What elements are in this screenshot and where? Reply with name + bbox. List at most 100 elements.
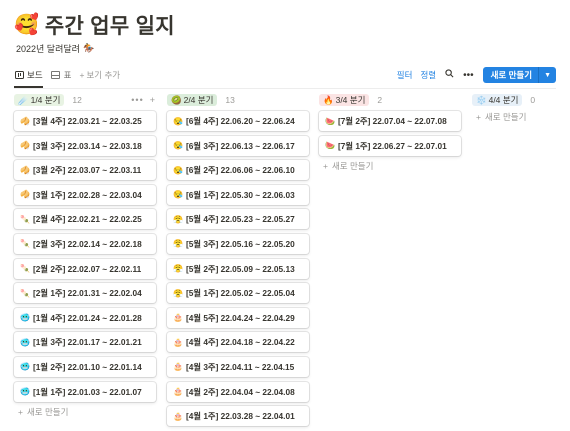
board-card[interactable]: 😪 [6월 4주] 22.06.20 ~ 22.06.24 (167, 111, 309, 131)
tab-label: 표 (63, 70, 72, 80)
add-card-label: 새로 만들기 (484, 112, 527, 122)
card-title: [3월 2주] 22.03.07 ~ 22.03.11 (33, 165, 142, 176)
board-card[interactable]: 🥠 [3월 1주] 22.02.28 ~ 22.03.04 (14, 184, 156, 205)
board-card[interactable]: 🥠 [3월 4주] 22.03.21 ~ 22.03.25 (14, 111, 156, 131)
page-title[interactable]: 주간 업무 일지 (45, 10, 175, 40)
card-title: [2월 2주] 22.02.07 ~ 22.02.11 (33, 263, 142, 274)
card-icon: 😤 (173, 239, 183, 249)
board-card[interactable]: 🎂 [4월 2주] 22.04.04 ~ 22.04.08 (167, 381, 309, 402)
card-title: [2월 3주] 22.02.14 ~ 22.02.18 (33, 238, 142, 249)
group-count: 2 (377, 95, 383, 105)
group-label: 3/4 분기 (335, 95, 366, 105)
board-card[interactable]: 🥠 [3월 2주] 22.03.07 ~ 22.03.11 (14, 160, 156, 181)
table-icon (51, 71, 61, 79)
card-title: [3월 1주] 22.02.28 ~ 22.03.04 (33, 189, 142, 200)
board-card[interactable]: 🎂 [4월 1주] 22.03.28 ~ 22.04.01 (167, 406, 309, 427)
board-column-q3: 🔥 3/4 분기 2 🍉 [7월 2주] 22.07.04 ~ 22.07.08 … (319, 92, 461, 172)
card-icon: 🍡 (20, 214, 30, 224)
card-title: [6월 3주] 22.06.13 ~ 22.06.17 (186, 140, 295, 151)
board-card[interactable]: 🥶 [1월 2주] 22.01.10 ~ 22.01.14 (14, 356, 156, 377)
plus-icon: + (79, 70, 85, 80)
card-title: [7월 2주] 22.07.04 ~ 22.07.08 (338, 116, 447, 126)
tab-table-view[interactable]: 표 (51, 64, 72, 86)
card-title: [6월 2주] 22.06.06 ~ 22.06.10 (186, 165, 295, 176)
board-card[interactable]: 🍉 [7월 2주] 22.07.04 ~ 22.07.08 (319, 111, 461, 131)
board-card[interactable]: 😪 [6월 3주] 22.06.13 ~ 22.06.17 (167, 135, 309, 156)
card-icon: 🥠 (20, 141, 30, 151)
board-card[interactable]: 😪 [6월 1주] 22.05.30 ~ 22.06.03 (167, 184, 309, 205)
plus-icon: + (18, 407, 23, 418)
card-title: [2월 1주] 22.01.31 ~ 22.02.04 (33, 288, 142, 299)
page-description[interactable]: 2022년 달려달려 🏇 (16, 42, 94, 55)
card-title: [1월 3주] 22.01.17 ~ 22.01.21 (33, 337, 142, 348)
board-card[interactable]: 🎂 [4월 4주] 22.04.18 ~ 22.04.22 (167, 332, 309, 353)
more-options-icon[interactable]: ••• (463, 70, 474, 81)
add-view-button[interactable]: + 보기 추가 (79, 69, 120, 81)
plus-icon: + (476, 112, 481, 122)
board-card[interactable]: 🍉 [7월 1주] 22.06.27 ~ 22.07.01 (319, 135, 461, 156)
board-card[interactable]: 🥶 [1월 3주] 22.01.17 ~ 22.01.21 (14, 332, 156, 353)
board-card[interactable]: 😤 [5월 2주] 22.05.09 ~ 22.05.13 (167, 258, 309, 279)
board-card[interactable]: 🎂 [4월 5주] 22.04.24 ~ 22.04.29 (167, 307, 309, 328)
add-card-button[interactable]: + 새로 만들기 (14, 406, 156, 418)
column-header[interactable]: 🥝 2/4 분기 13 (167, 92, 309, 108)
kiwi-icon: 🥝 (171, 94, 182, 105)
board-card[interactable]: 🍡 [2월 3주] 22.02.14 ~ 22.02.18 (14, 233, 156, 254)
comet-icon: ☄️ (18, 94, 29, 105)
tab-label: 보드 (27, 70, 43, 80)
card-icon: 😪 (173, 116, 183, 126)
group-label: 2/4 분기 (183, 95, 214, 105)
column-header[interactable]: 🔥 3/4 분기 2 (319, 92, 461, 108)
board-card[interactable]: 😪 [6월 2주] 22.06.06 ~ 22.06.10 (167, 160, 309, 181)
search-icon[interactable] (445, 69, 454, 81)
tab-board-view[interactable]: 보드 (14, 64, 43, 88)
card-icon: 🎂 (173, 411, 183, 421)
group-label: 1/4 분기 (30, 95, 61, 105)
card-icon: 🍡 (20, 264, 30, 274)
add-card-button[interactable]: + 새로 만들기 (319, 160, 461, 172)
card-title: [3월 4주] 22.03.21 ~ 22.03.25 (33, 116, 142, 126)
chevron-down-icon[interactable]: ▼ (539, 72, 556, 79)
card-title: [5월 3주] 22.05.16 ~ 22.05.20 (186, 238, 295, 249)
more-options-icon[interactable]: ••• (131, 95, 143, 105)
column-header[interactable]: ❄️ 4/4 분기 0 (472, 92, 556, 108)
board-card[interactable]: 🥶 [1월 4주] 22.01.24 ~ 22.01.28 (14, 307, 156, 328)
snowflake-icon: ❄️ (476, 94, 487, 105)
add-view-label: 보기 추가 (86, 70, 121, 80)
board-card[interactable]: 🎂 [4월 3주] 22.04.11 ~ 22.04.15 (167, 356, 309, 377)
group-tag: 🔥 3/4 분기 (319, 94, 370, 106)
card-title: [7월 1주] 22.06.27 ~ 22.07.01 (338, 140, 447, 151)
add-card-button[interactable]: + 새로 만들기 (472, 111, 556, 123)
card-icon: 🎂 (173, 362, 183, 372)
sort-button[interactable]: 정렬 (420, 69, 436, 81)
board-card[interactable]: 😤 [5월 1주] 22.05.02 ~ 22.05.04 (167, 283, 309, 304)
board-column-q4: ❄️ 4/4 분기 0 + 새로 만들기 (472, 92, 556, 123)
horse-icon: 🏇 (82, 43, 95, 53)
group-count: 0 (530, 95, 536, 105)
group-label: 4/4 분기 (488, 95, 519, 105)
subtitle-text: 2022년 달려달려 (16, 44, 80, 54)
card-icon: 🥶 (20, 387, 30, 397)
column-header[interactable]: ☄️ 1/4 분기 12 ••• + (14, 92, 156, 108)
board-card[interactable]: 😤 [5월 4주] 22.05.23 ~ 22.05.27 (167, 209, 309, 230)
card-icon: 😤 (173, 264, 183, 274)
board-card[interactable]: 😤 [5월 3주] 22.05.16 ~ 22.05.20 (167, 233, 309, 254)
card-icon: 😤 (173, 288, 183, 298)
card-icon: 🥠 (20, 165, 30, 175)
card-title: [5월 2주] 22.05.09 ~ 22.05.13 (186, 263, 295, 274)
board-card[interactable]: 🥶 [1월 1주] 22.01.03 ~ 22.01.07 (14, 381, 156, 402)
board-card[interactable]: 🍡 [2월 4주] 22.02.21 ~ 22.02.25 (14, 209, 156, 230)
page-emoji-icon[interactable]: 🥰 (14, 15, 39, 35)
board-card[interactable]: 🥠 [3월 3주] 22.03.14 ~ 22.03.18 (14, 135, 156, 156)
group-tag: ☄️ 1/4 분기 (14, 94, 65, 106)
new-item-button[interactable]: 새로 만들기 ▼ (482, 67, 556, 83)
add-icon[interactable]: + (150, 95, 156, 105)
card-icon: 🎂 (173, 387, 183, 397)
card-title: [5월 4주] 22.05.23 ~ 22.05.27 (186, 214, 295, 225)
toolbar-divider (14, 88, 556, 89)
board-card[interactable]: 🍡 [2월 2주] 22.02.07 ~ 22.02.11 (14, 258, 156, 279)
card-title: [6월 4주] 22.06.20 ~ 22.06.24 (186, 116, 295, 126)
board-card[interactable]: 🍡 [2월 1주] 22.01.31 ~ 22.02.04 (14, 283, 156, 304)
filter-button[interactable]: 필터 (397, 69, 413, 81)
card-icon: 😤 (173, 214, 183, 224)
